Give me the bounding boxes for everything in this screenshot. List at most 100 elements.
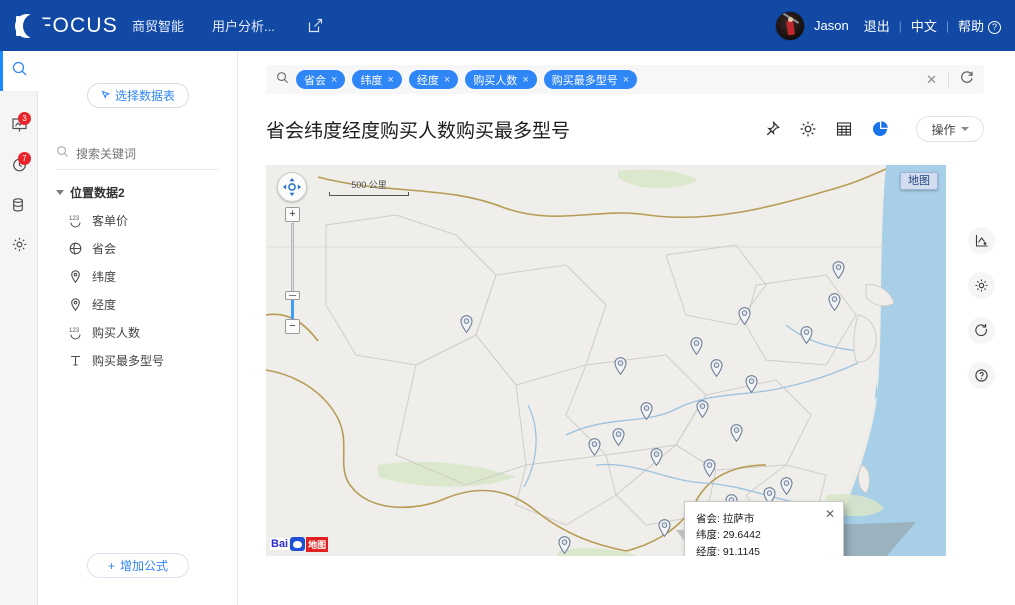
compass-pan-icon[interactable] — [277, 172, 307, 202]
query-tag[interactable]: 购买人数 × — [465, 70, 537, 89]
user-name: Jason — [814, 18, 849, 33]
close-icon[interactable]: ✕ — [825, 508, 835, 520]
nav-item-user-analysis[interactable]: 用户分析... — [212, 16, 275, 35]
close-icon[interactable]: × — [623, 74, 629, 86]
map-marker-pin[interactable] — [614, 357, 627, 376]
search-icon — [11, 60, 28, 82]
map-marker-pin[interactable] — [588, 438, 601, 457]
rail-item-history[interactable]: 7 — [0, 147, 38, 187]
main-nav: 商贸智能 用户分析... — [132, 16, 324, 35]
map-type-button[interactable]: 地图 — [900, 172, 938, 190]
query-tag[interactable]: 纬度 × — [352, 70, 402, 89]
zoom-out-button[interactable]: − — [285, 319, 300, 334]
refresh-icon[interactable] — [968, 317, 995, 344]
nav-item-bi[interactable]: 商贸智能 — [132, 16, 184, 35]
rail-item-data[interactable] — [0, 187, 38, 227]
map-marker-pin[interactable] — [460, 315, 473, 334]
query-tag[interactable]: 省会 × — [296, 70, 346, 89]
map-info-popup[interactable]: ✕ 省会: 拉萨市 纬度: 29.6442 经度: 91.1145 购买人数: … — [684, 501, 844, 556]
field-item-top-model[interactable]: 购买最多型号 — [56, 352, 219, 369]
map-marker-pin[interactable] — [650, 448, 663, 467]
rail-item-settings[interactable] — [0, 227, 38, 267]
map-marker-pin[interactable] — [730, 424, 743, 443]
map-marker-pin[interactable] — [696, 400, 709, 419]
action-dropdown-button[interactable]: 操作 — [916, 116, 984, 142]
rail-item-dashboard[interactable]: 3 — [0, 107, 38, 147]
help-link[interactable]: 帮助? — [958, 16, 1001, 35]
close-icon[interactable]: × — [522, 74, 528, 86]
avatar[interactable] — [775, 10, 805, 41]
plus-icon: + — [107, 558, 115, 573]
svg-text:123: 123 — [69, 328, 80, 334]
map-marker-pin[interactable] — [558, 536, 571, 555]
map-canvas[interactable]: ✕ 省会: 拉萨市 纬度: 29.6442 经度: 91.1145 购买人数: … — [266, 165, 946, 556]
map-marker-pin[interactable] — [745, 375, 758, 394]
number-123-icon: 123 — [68, 325, 83, 340]
close-icon[interactable]: × — [331, 74, 337, 86]
zoom-slider[interactable]: + − — [285, 207, 300, 334]
query-tag[interactable]: 购买最多型号 × — [543, 70, 638, 89]
clear-query-icon[interactable]: ✕ — [926, 72, 937, 88]
map-marker-pin[interactable] — [800, 326, 813, 345]
popup-row-longitude: 经度: 91.1145 — [696, 545, 761, 556]
sidebar-search[interactable] — [56, 144, 219, 170]
map-marker-pin[interactable] — [738, 307, 751, 326]
map-marker-pin[interactable] — [828, 293, 841, 312]
axis-chart-icon[interactable] — [968, 227, 995, 254]
pin-icon[interactable] — [762, 119, 782, 139]
field-item-unit-price[interactable]: 123 客单价 — [56, 212, 219, 229]
close-icon[interactable]: × — [444, 74, 450, 86]
search-icon — [276, 71, 289, 89]
rail-item-search[interactable] — [0, 51, 38, 91]
map-marker-pin[interactable] — [658, 519, 671, 538]
page-title: 省会纬度经度购买人数购买最多型号 — [266, 120, 571, 142]
number-123-icon: 123 — [68, 213, 83, 228]
help-circle-icon[interactable] — [968, 362, 995, 389]
map-marker-pin[interactable] — [612, 428, 625, 447]
field-item-latitude[interactable]: 纬度 — [56, 268, 219, 285]
close-icon[interactable]: × — [387, 74, 393, 86]
zoom-in-button[interactable]: + — [285, 207, 300, 222]
popup-row-province: 省会: 拉萨市 — [696, 513, 755, 525]
table-icon[interactable] — [834, 119, 854, 139]
add-formula-button[interactable]: + 增加公式 — [87, 553, 189, 578]
pie-chart-icon[interactable] — [870, 119, 890, 139]
field-label: 经度 — [92, 298, 117, 312]
select-datatable-button[interactable]: 选择数据表 — [86, 83, 189, 108]
help-label: 帮助 — [957, 19, 984, 34]
scale-line — [329, 192, 409, 196]
map-marker-pin[interactable] — [640, 402, 653, 421]
location-pin-icon — [68, 297, 83, 312]
tree-root-node[interactable]: 位置数据2 — [56, 184, 219, 201]
logo[interactable]: FOCUS — [0, 13, 118, 39]
map-marker-pin[interactable] — [832, 261, 845, 280]
map-marker-pin[interactable] — [780, 477, 793, 496]
gear-icon[interactable] — [968, 272, 995, 299]
refresh-icon[interactable] — [960, 70, 974, 89]
caret-down-icon[interactable] — [56, 190, 64, 195]
edit-square-icon[interactable] — [307, 17, 324, 34]
right-tool-rail — [948, 165, 1015, 605]
zoom-handle[interactable] — [285, 291, 300, 300]
rail-badge-history: 7 — [18, 152, 31, 165]
baidu-attribution-logo[interactable]: Bai 地图 — [270, 536, 329, 552]
query-tag-label: 购买最多型号 — [551, 74, 618, 87]
header-user-area: Jason 退出 | 中文 | 帮助? — [775, 10, 1015, 41]
field-item-province[interactable]: 省会 — [56, 240, 219, 257]
field-item-longitude[interactable]: 经度 — [56, 296, 219, 313]
query-tag[interactable]: 经度 × — [408, 70, 459, 89]
gear-icon[interactable] — [798, 119, 818, 139]
search-input[interactable] — [76, 146, 216, 161]
map-marker-pin[interactable] — [690, 337, 703, 356]
baidu-map-label: 地图 — [306, 536, 329, 552]
map-marker-pin[interactable] — [703, 459, 716, 478]
language-link[interactable]: 中文 — [911, 16, 937, 35]
divider — [948, 72, 949, 87]
map-marker-pin[interactable] — [710, 359, 723, 378]
cursor-click-icon — [100, 89, 111, 103]
field-item-buyer-count[interactable]: 123 购买人数 — [56, 324, 219, 341]
action-label: 操作 — [931, 122, 956, 137]
rail-badge-dashboard: 3 — [18, 112, 31, 125]
query-searchbar[interactable]: 省会 × 纬度 × 经度 × 购买人数 × 购买最多型号 × ✕ — [266, 65, 984, 94]
logout-link[interactable]: 退出 — [864, 16, 890, 35]
